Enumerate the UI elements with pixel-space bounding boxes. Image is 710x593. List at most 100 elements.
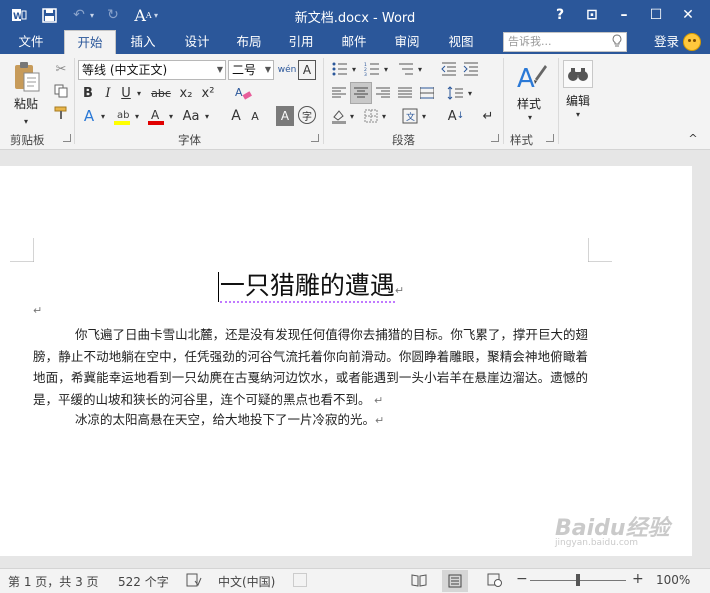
undo-dropdown-icon[interactable]: ▾ xyxy=(90,11,94,20)
redo-icon[interactable]: ↻ xyxy=(102,4,124,26)
subscript-button[interactable]: x₂ xyxy=(176,84,196,102)
distributed-icon[interactable] xyxy=(418,84,436,102)
numbering-icon[interactable]: 123 xyxy=(362,60,382,78)
borders-dropdown-icon[interactable]: ▾ xyxy=(380,106,388,126)
font-color-icon[interactable]: A xyxy=(146,106,166,126)
paragraph-launcher-icon[interactable] xyxy=(491,134,499,142)
text-effects-dropdown-icon[interactable]: ▾ xyxy=(98,106,108,126)
word-count[interactable]: 522 个字 xyxy=(118,573,169,590)
clipboard-launcher-icon[interactable] xyxy=(63,134,71,142)
sign-in-link[interactable]: 登录 xyxy=(654,30,679,54)
text-effects-icon[interactable]: A xyxy=(80,106,98,126)
highlight-color-icon[interactable]: ab xyxy=(112,106,132,126)
superscript-button[interactable]: x² xyxy=(198,84,218,102)
chinese-layout-dropdown-icon[interactable]: ▾ xyxy=(420,106,428,126)
tab-references[interactable]: 引用 xyxy=(280,30,322,54)
font-name-select[interactable]: 等线 (中文正文) ▼ xyxy=(78,60,226,80)
help-button[interactable]: ? xyxy=(546,3,574,27)
line-spacing-icon[interactable] xyxy=(446,84,464,102)
line-spacing-dropdown-icon[interactable]: ▾ xyxy=(466,84,474,102)
zoom-out-button[interactable]: − xyxy=(516,571,528,587)
feedback-smiley-icon[interactable] xyxy=(683,33,701,51)
zoom-level[interactable]: 100% xyxy=(656,573,690,587)
align-left-icon[interactable] xyxy=(330,84,348,102)
font-size-icon[interactable]: AA xyxy=(132,4,154,26)
paste-button[interactable]: 粘贴 xyxy=(14,95,38,112)
body-paragraph-text[interactable]: 你飞遍了日曲卡雪山北麓，还是没有发现任何值得你去捕猎的目标。你飞累了，撑开巨大的… xyxy=(33,327,588,407)
enclose-characters-icon[interactable]: 字 xyxy=(298,106,316,124)
align-center-icon[interactable] xyxy=(350,82,372,104)
tell-me-search-input[interactable]: 告诉我... xyxy=(503,32,627,52)
maximize-button[interactable]: ☐ xyxy=(642,3,670,27)
tab-insert[interactable]: 插入 xyxy=(122,30,164,54)
macro-recording-icon[interactable] xyxy=(293,573,307,587)
chinese-layout-icon[interactable]: 文 xyxy=(400,106,420,126)
multilevel-dropdown-icon[interactable]: ▾ xyxy=(416,60,424,78)
body-paragraph[interactable]: 冰凉的太阳高悬在天空，给大地投下了一片冷寂的光。↵ xyxy=(33,409,588,432)
document-canvas[interactable]: 一只猎雕的遭遇↵ ↵ 你飞遍了日曲卡雪山北麓，还是没有发现任何值得你去捕猎的目标… xyxy=(0,150,710,568)
phonetic-guide-icon[interactable]: wén xyxy=(278,60,297,80)
web-layout-icon[interactable] xyxy=(487,573,503,590)
save-icon[interactable] xyxy=(38,4,60,26)
read-mode-icon[interactable] xyxy=(411,573,427,590)
underline-button[interactable]: U xyxy=(118,84,134,102)
character-shading-icon[interactable]: A xyxy=(276,106,294,126)
cut-icon[interactable]: ✂ xyxy=(52,60,70,78)
ribbon-display-options-button[interactable]: ⊡ xyxy=(578,3,606,27)
tab-layout[interactable]: 布局 xyxy=(228,30,270,54)
copy-icon[interactable] xyxy=(52,82,70,100)
shading-dropdown-icon[interactable]: ▾ xyxy=(348,106,356,126)
proofing-icon[interactable] xyxy=(186,573,202,590)
document-title-text[interactable]: 一只猎雕的遭遇 xyxy=(219,271,395,303)
format-painter-icon[interactable] xyxy=(52,104,70,122)
document-title[interactable]: 一只猎雕的遭遇↵ xyxy=(0,266,622,303)
clear-formatting-icon[interactable]: A xyxy=(232,84,254,102)
styles-launcher-icon[interactable] xyxy=(546,134,554,142)
find-binoculars-icon[interactable] xyxy=(563,60,593,88)
styles-gallery-icon[interactable]: A xyxy=(514,60,548,92)
numbering-dropdown-icon[interactable]: ▾ xyxy=(382,60,390,78)
highlight-dropdown-icon[interactable]: ▾ xyxy=(132,106,142,126)
zoom-in-button[interactable]: + xyxy=(632,571,644,587)
sort-icon[interactable]: A ↓ xyxy=(446,106,466,126)
decrease-indent-icon[interactable] xyxy=(440,60,458,78)
document-page[interactable]: 一只猎雕的遭遇↵ ↵ 你飞遍了日曲卡雪山北麓，还是没有发现任何值得你去捕猎的目标… xyxy=(0,166,692,556)
page-count[interactable]: 第 1 页，共 3 页 xyxy=(8,573,99,590)
change-case-dropdown-icon[interactable]: ▾ xyxy=(202,106,212,126)
borders-icon[interactable] xyxy=(362,106,380,126)
minimize-button[interactable]: – xyxy=(610,3,638,27)
paste-icon[interactable] xyxy=(12,60,42,94)
show-paragraph-marks-icon[interactable]: ↵ xyxy=(480,106,496,126)
character-border-icon[interactable]: A xyxy=(298,60,316,80)
tab-home[interactable]: 开始 xyxy=(64,30,116,54)
tab-review[interactable]: 审阅 xyxy=(386,30,428,54)
editing-button[interactable]: 编辑 xyxy=(566,92,590,109)
multilevel-list-icon[interactable] xyxy=(396,60,416,78)
justify-icon[interactable] xyxy=(396,84,414,102)
word-logo-icon[interactable]: W xyxy=(8,4,30,26)
font-launcher-icon[interactable] xyxy=(311,134,319,142)
shrink-font-button[interactable]: A xyxy=(248,106,262,126)
grow-font-button[interactable]: A xyxy=(228,106,244,126)
body-paragraph[interactable]: 你飞遍了日曲卡雪山北麓，还是没有发现任何值得你去捕猎的目标。你飞累了，撑开巨大的… xyxy=(33,324,588,411)
close-button[interactable]: ✕ xyxy=(674,3,702,27)
editing-dropdown-icon[interactable]: ▾ xyxy=(568,109,588,119)
tab-design[interactable]: 设计 xyxy=(176,30,218,54)
styles-dropdown-icon[interactable]: ▾ xyxy=(520,112,540,122)
font-size-select[interactable]: 二号 ▼ xyxy=(228,60,274,80)
bullets-icon[interactable] xyxy=(330,60,350,78)
italic-button[interactable]: I xyxy=(100,84,116,102)
underline-dropdown-icon[interactable]: ▾ xyxy=(134,84,144,102)
collapse-ribbon-icon[interactable]: ^ xyxy=(686,132,700,145)
customize-qat-icon[interactable]: ▾ xyxy=(154,11,158,20)
print-layout-icon[interactable] xyxy=(442,570,468,592)
styles-button[interactable]: 样式 xyxy=(517,95,541,112)
tab-view[interactable]: 视图 xyxy=(440,30,482,54)
undo-icon[interactable]: ↶ xyxy=(68,4,90,26)
tab-mailings[interactable]: 邮件 xyxy=(333,30,375,54)
bold-button[interactable]: B xyxy=(80,84,96,102)
zoom-slider-thumb[interactable] xyxy=(576,574,580,586)
change-case-button[interactable]: Aa xyxy=(180,106,202,126)
align-right-icon[interactable] xyxy=(374,84,392,102)
strikethrough-button[interactable]: abc xyxy=(148,84,174,102)
